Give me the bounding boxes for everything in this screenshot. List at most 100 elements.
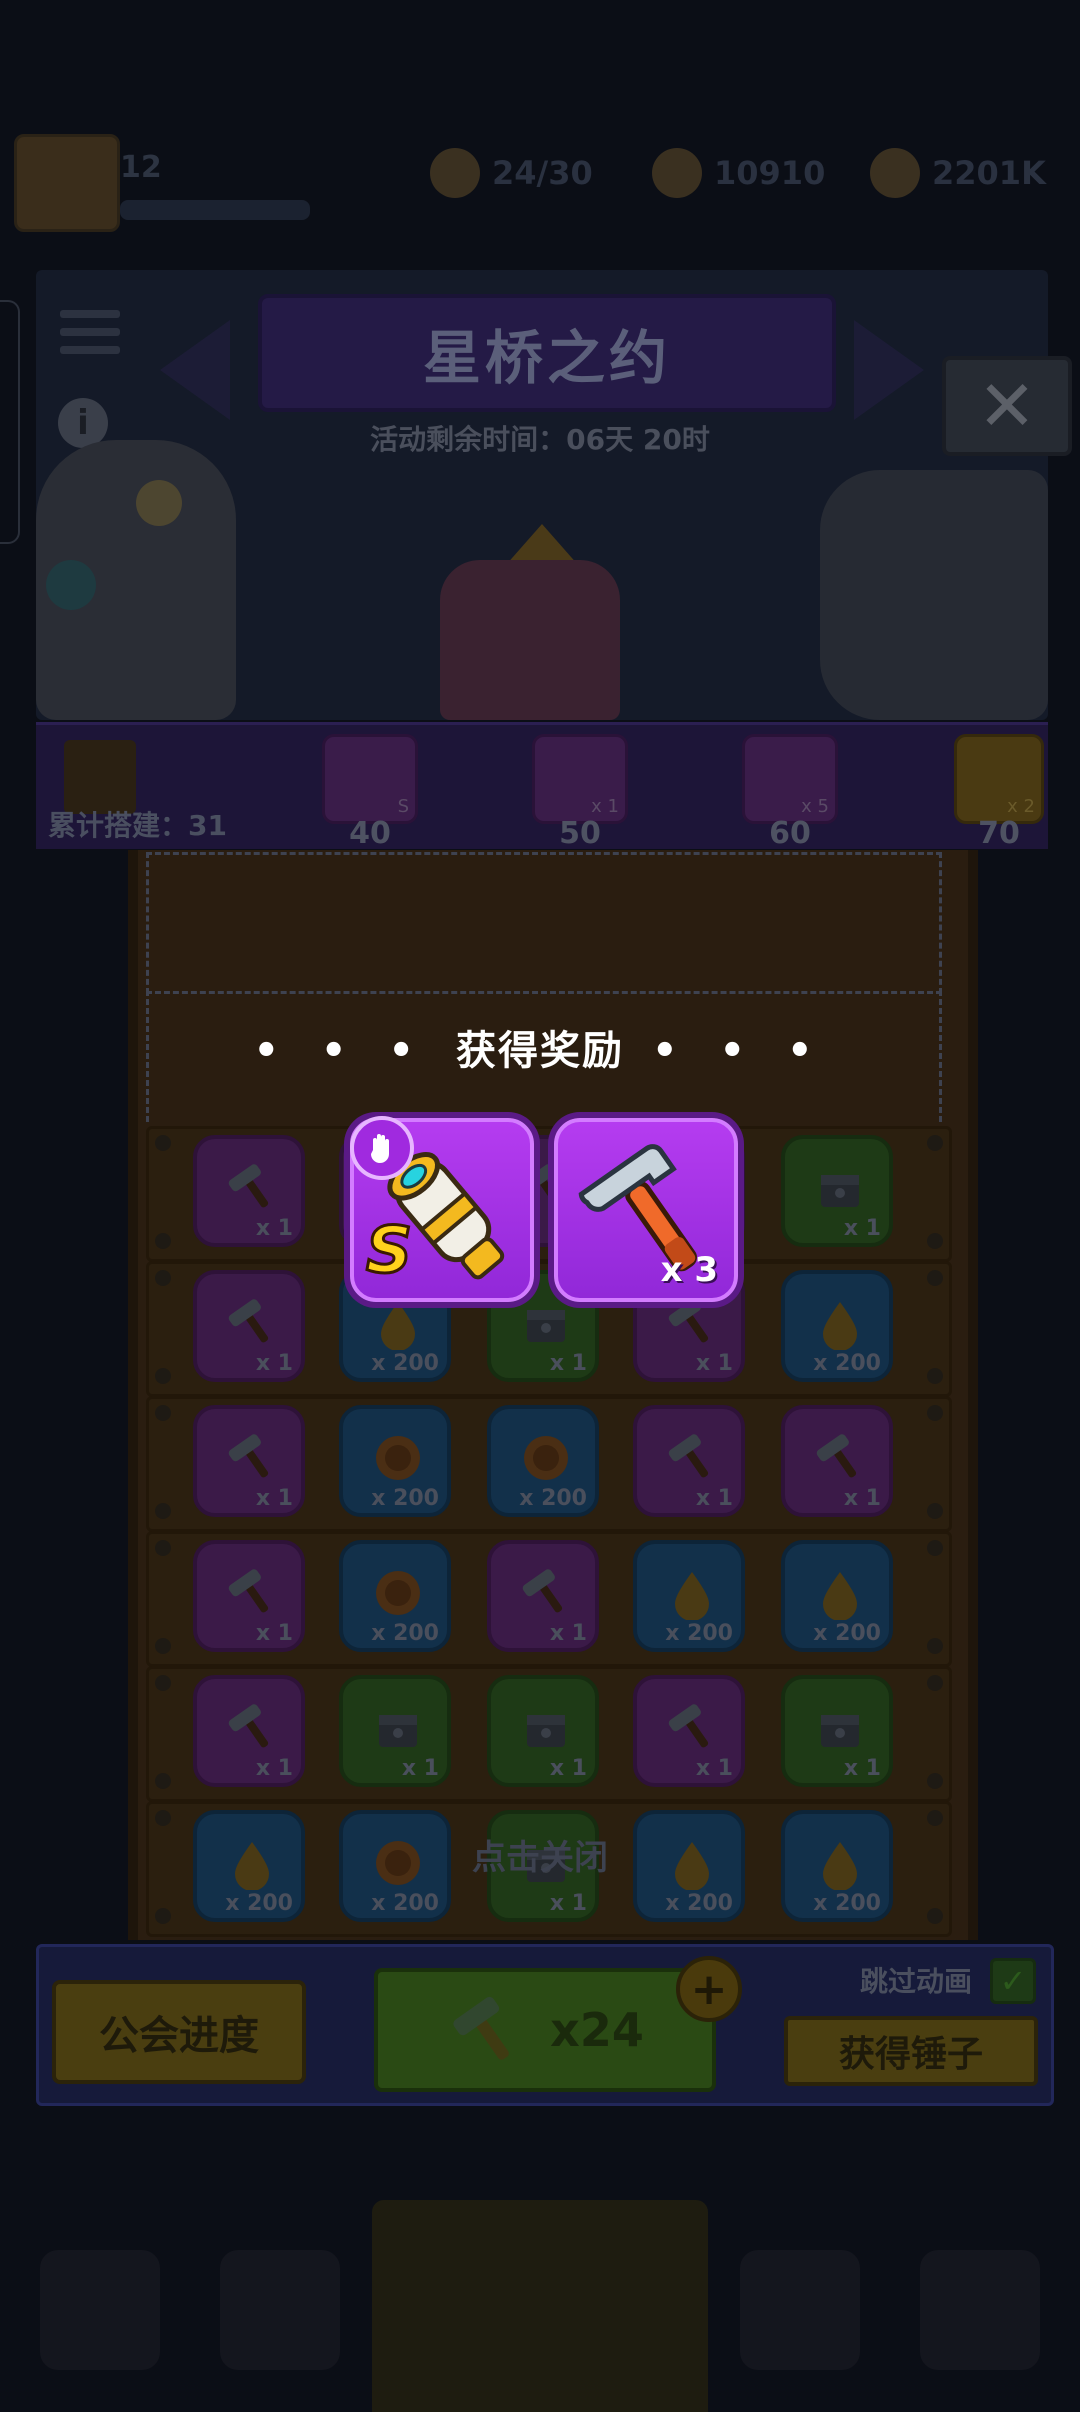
drop-icon (813, 1566, 867, 1620)
skip-animation-checkbox[interactable]: ✓ (990, 1958, 1036, 2004)
board-tile-chest[interactable]: x 1 (339, 1675, 451, 1787)
board-tile-hammer[interactable]: x 1 (193, 1270, 305, 1382)
tile-qty: x 1 (255, 1486, 293, 1511)
hammer-icon (225, 1566, 279, 1620)
empty-build-slot (146, 852, 942, 994)
board-row: x 1 x 200 x 200 x 1 x 1 (146, 1396, 952, 1532)
nav-item-evolve[interactable] (920, 2250, 1040, 2370)
tile-qty: x 1 (255, 1351, 293, 1376)
guild-progress-button[interactable]: 公会进度 (52, 1980, 306, 2084)
player-avatar[interactable] (14, 134, 120, 232)
stamina-counter[interactable]: 24/30 (430, 145, 593, 201)
ladder-icon (64, 740, 136, 814)
tile-qty: x 200 (665, 1621, 733, 1646)
menu-icon[interactable] (60, 300, 120, 370)
add-hammer-button[interactable]: + (676, 1956, 742, 2022)
board-tile-drop[interactable]: x 200 (633, 1540, 745, 1652)
board-tile-hammer[interactable]: x 1 (193, 1540, 305, 1652)
board-tile-hammer[interactable]: x 1 (193, 1675, 305, 1787)
nav-item-shop[interactable] (40, 2250, 160, 2370)
board-tile-drop[interactable]: x 200 (781, 1270, 893, 1382)
king-character (440, 560, 620, 720)
board-tile-hammer[interactable]: x 1 (193, 1135, 305, 1247)
get-hammer-button[interactable]: 获得锤子 (784, 2016, 1038, 2086)
gem-counter[interactable]: 2201K (870, 145, 1046, 201)
bolt (927, 1270, 943, 1286)
board-row: x 1 x 200 x 1 x 1 x 200 (146, 1261, 952, 1397)
tile-qty: x 200 (371, 1351, 439, 1376)
board-tile-chest[interactable]: x 1 (781, 1135, 893, 1247)
plus-icon: + (690, 1963, 728, 2015)
reward-item-hammer[interactable]: x 3 (554, 1118, 738, 1302)
bolt (927, 1908, 943, 1924)
board-tile-coin[interactable]: x 200 (339, 1405, 451, 1517)
bolt (927, 1773, 943, 1789)
milestone-reward-40[interactable]: S (322, 734, 418, 824)
board-tile-hammer[interactable]: x 1 (633, 1405, 745, 1517)
event-title: 星桥之约 (258, 294, 836, 412)
stamina-icon (430, 148, 480, 198)
board-row: x 1 x 200 x 1 x 200 x 200 (146, 1531, 952, 1667)
tile-qty: x 1 (549, 1756, 587, 1781)
tile-qty: x 1 (695, 1756, 733, 1781)
tile-qty: x 1 (843, 1756, 881, 1781)
reward-qty: x 3 (660, 1250, 718, 1290)
milestone-target: 70 (978, 816, 1020, 851)
milestone-target: 60 (769, 816, 811, 851)
gold-counter[interactable]: 10910 (652, 145, 825, 201)
tile-qty: x 1 (843, 1486, 881, 1511)
hammer-icon (225, 1296, 279, 1350)
milestone-reward-50[interactable]: x 1 (532, 734, 628, 824)
chest-icon (813, 1161, 867, 1215)
checkmark-icon: ✓ (999, 1962, 1027, 2000)
tile-qty: x 1 (695, 1351, 733, 1376)
bolt (927, 1675, 943, 1691)
board-tile-hammer[interactable]: x 1 (193, 1405, 305, 1517)
skip-animation-label: 跳过动画 (860, 1965, 973, 1998)
board-tile-coin[interactable]: x 200 (487, 1405, 599, 1517)
board-tile-hammer[interactable]: x 1 (487, 1540, 599, 1652)
board-tile-hammer[interactable]: x 1 (633, 1675, 745, 1787)
hammer-icon (665, 1296, 719, 1350)
board-tile-chest[interactable]: x 1 (487, 1675, 599, 1787)
coin-icon (371, 1431, 425, 1485)
reward-popup-title: • • • 获得奖励 • • • (253, 1028, 827, 1074)
player-level: 12 (120, 150, 162, 185)
bolt (155, 1270, 171, 1286)
bolt (155, 1638, 171, 1654)
chest-icon (813, 1701, 867, 1755)
close-button[interactable]: ✕ (942, 356, 1072, 456)
bolt (927, 1503, 943, 1519)
gold-coin-icon (652, 148, 702, 198)
nav-item-talent[interactable] (740, 2250, 860, 2370)
grade-badge: S (364, 1213, 413, 1290)
tile-qty: x 200 (371, 1486, 439, 1511)
board-tile-drop[interactable]: x 200 (781, 1540, 893, 1652)
hammer-icon (519, 1566, 573, 1620)
tile-qty: x 200 (519, 1486, 587, 1511)
tile-qty: x 200 (371, 1621, 439, 1646)
coin-icon (519, 1431, 573, 1485)
board-row: x 1 x 1 x 1 x 1 x 1 (146, 1666, 952, 1802)
hammer-icon (665, 1431, 719, 1485)
exp-bar (120, 200, 310, 220)
total-built-label: 累计搭建：31 (48, 809, 227, 842)
board-tile-chest[interactable]: x 1 (781, 1675, 893, 1787)
bolt (927, 1135, 943, 1151)
milestone-reward-60[interactable]: x 5 (742, 734, 838, 824)
bolt (155, 1540, 171, 1556)
board-tile-hammer[interactable]: x 1 (781, 1405, 893, 1517)
use-hammer-button[interactable]: x24 (374, 1968, 716, 2092)
hammer-icon (665, 1701, 719, 1755)
milestone-reward-70[interactable]: x 2 (954, 734, 1044, 824)
tile-qty: x 1 (255, 1756, 293, 1781)
bolt (155, 1908, 171, 1924)
tile-qty: x 200 (813, 1351, 881, 1376)
robot-character-right (820, 470, 1048, 720)
board-tile-coin[interactable]: x 200 (339, 1540, 451, 1652)
tap-to-close[interactable]: 点击关闭 (0, 1830, 1080, 1879)
nav-item-battle[interactable] (372, 2200, 708, 2412)
nav-item-equipment[interactable] (220, 2250, 340, 2370)
hammer-icon (453, 1996, 510, 2060)
bolt (155, 1135, 171, 1151)
